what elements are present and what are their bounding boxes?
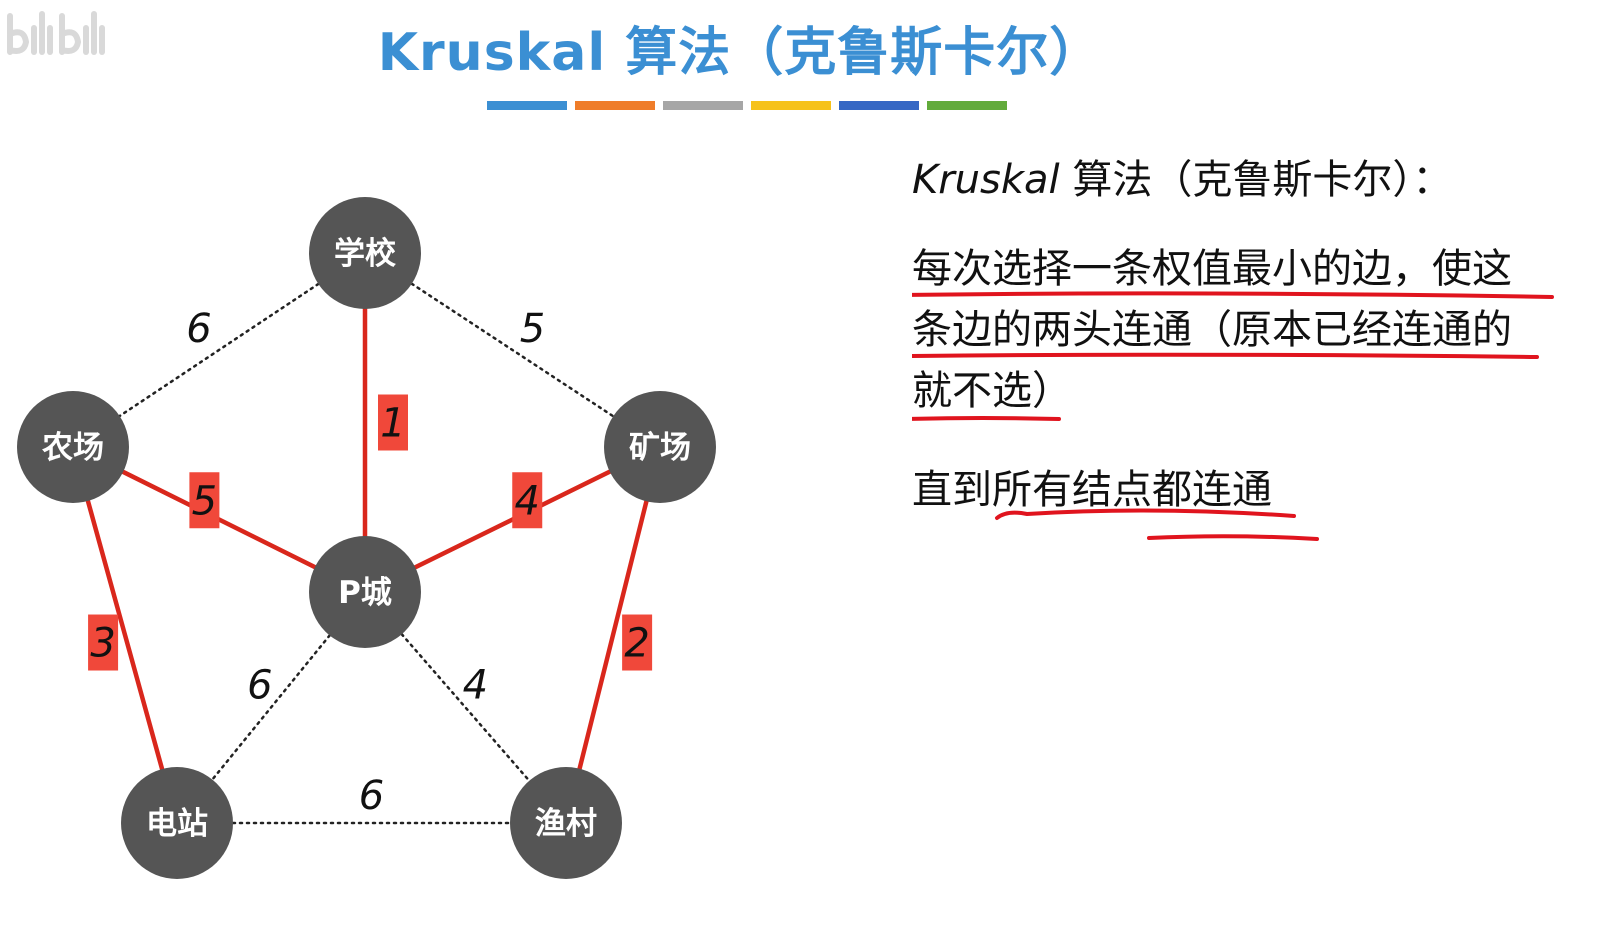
node-school: 学校 <box>309 197 421 309</box>
node-label: 电站 <box>146 806 208 842</box>
edge-weight-label: 5 <box>520 306 545 352</box>
notes-title-rest: 算法（克鲁斯卡尔）： <box>1059 157 1453 203</box>
node-label: 农场 <box>42 430 104 466</box>
notes-title-keyword: Kruskal <box>912 157 1060 203</box>
edge-weight-label: 3 <box>90 621 115 667</box>
node-label: P城 <box>338 575 392 611</box>
node-fish: 渔村 <box>510 767 622 879</box>
edge-weight-label: 6 <box>186 306 211 352</box>
node-label: 学校 <box>334 236 396 272</box>
desc-line-2: 条边的两头连通（原本已经连通的 <box>912 307 1512 353</box>
notes-title: Kruskal 算法（克鲁斯卡尔）： <box>912 150 1592 211</box>
desc-line-3: 就不选） <box>912 368 1072 414</box>
edge-weight-label: 2 <box>624 621 649 667</box>
edge-weight-label: 4 <box>463 662 488 708</box>
node-mine: 矿场 <box>604 391 716 503</box>
node-pcity: P城 <box>309 536 421 648</box>
edge-weight-label: 6 <box>359 773 384 819</box>
node-label: 渔村 <box>535 806 597 842</box>
node-power: 电站 <box>121 767 233 879</box>
stop-underlined-text: 所有结点都连通 <box>992 467 1272 513</box>
node-label: 矿场 <box>629 430 691 466</box>
node-farm: 农场 <box>17 391 129 503</box>
edge-weight-label: 1 <box>380 401 405 447</box>
notes-panel: Kruskal 算法（克鲁斯卡尔）： 每次选择一条权值最小的边，使这 条边的两头… <box>912 150 1592 541</box>
notes-description: 每次选择一条权值最小的边，使这 条边的两头连通（原本已经连通的 就不选） <box>912 239 1592 422</box>
edge-weight-label: 4 <box>515 478 540 524</box>
stop-prefix: 直到 <box>912 467 992 513</box>
edge-weight-label: 5 <box>192 478 217 524</box>
edge-weight-label: 6 <box>247 662 272 708</box>
notes-stop-condition: 直到所有结点都连通 <box>912 460 1592 541</box>
desc-line-1: 每次选择一条权值最小的边，使这 <box>912 246 1512 292</box>
